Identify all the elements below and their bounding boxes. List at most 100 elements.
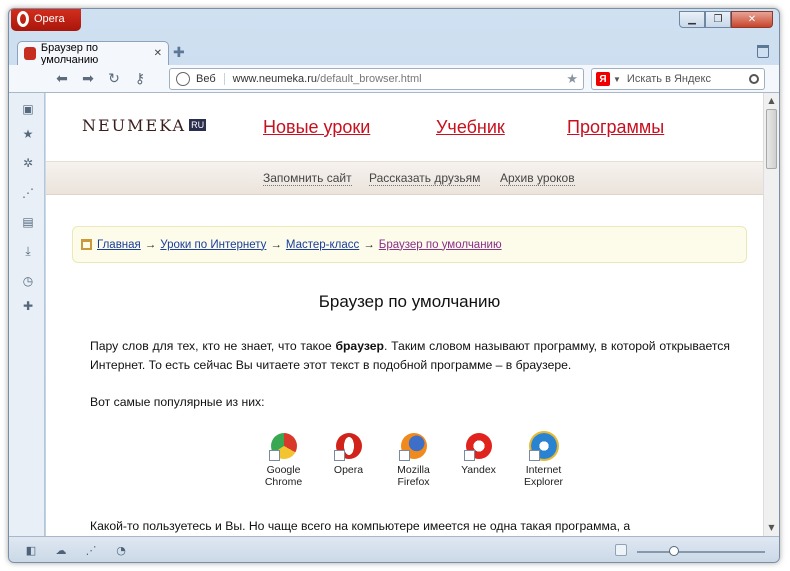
browser-label: Google	[266, 464, 301, 476]
nav-programs-link[interactable]: Программы	[567, 117, 664, 138]
address-domain: www.neumeka.ru	[232, 73, 318, 85]
key-icon[interactable]: ⚷	[129, 68, 151, 90]
vertical-scrollbar[interactable]: ▲ ▼	[763, 93, 779, 536]
opera-menu-button[interactable]: Opera	[11, 9, 81, 31]
breadcrumb-master-class[interactable]: Мастер-класс	[286, 239, 359, 251]
reload-icon[interactable]: ↻	[103, 68, 125, 90]
sub-nav: Запомнить сайт Рассказать друзьям Архив …	[46, 161, 763, 195]
breadcrumb-current[interactable]: Браузер по умолчанию	[379, 239, 502, 251]
web-page: Neumeka RU Новые уроки Учебник Программы …	[46, 93, 763, 536]
breadcrumb-separator: →	[270, 238, 282, 251]
speed-dial-icon[interactable]: ◔	[115, 545, 127, 557]
sidebar-panel: ▣ ★ ✲ ⋰ ▤ ⤓ ◷ ✚	[9, 93, 45, 536]
yandex-engine-icon[interactable]: Я	[596, 72, 610, 86]
unite-status-icon[interactable]: ⋰	[85, 545, 97, 557]
bookmark-star-icon[interactable]: ★	[566, 71, 578, 87]
address-prefix: Веб	[196, 73, 225, 85]
add-panel-icon[interactable]: ✚	[22, 300, 34, 312]
gear-icon[interactable]: ✲	[22, 157, 34, 169]
zoom-slider[interactable]	[637, 551, 765, 553]
intro-bold-term: браузер	[335, 339, 384, 353]
home-icon	[81, 239, 92, 250]
zoom-view-icon[interactable]	[615, 544, 627, 556]
bookmarks-icon[interactable]: ▣	[22, 103, 34, 115]
breadcrumb-internet-lessons[interactable]: Уроки по Интернету	[160, 239, 266, 251]
browser-window: Opera ▁ ❐ ✕ Браузер по умолчанию ✕ ✚ ⬅ ➡…	[8, 8, 780, 563]
minimize-button[interactable]: ▁	[679, 11, 705, 28]
unite-icon[interactable]: ⋰	[22, 187, 34, 199]
cloud-icon[interactable]: ☁	[55, 545, 67, 557]
downloads-icon[interactable]: ⤓	[22, 245, 34, 257]
star-icon[interactable]: ★	[22, 128, 34, 140]
browser-label: Mozilla	[397, 464, 430, 476]
tab-favicon-icon	[24, 47, 36, 60]
new-tab-icon[interactable]: ✚	[173, 45, 185, 61]
title-bar: Opera ▁ ❐ ✕	[9, 9, 779, 37]
firefox-icon	[398, 433, 427, 461]
tab-active[interactable]: Браузер по умолчанию ✕	[17, 41, 169, 66]
forward-arrow-icon[interactable]: ➡	[77, 68, 99, 90]
browser-item-firefox[interactable]: Mozilla Firefox	[381, 433, 446, 488]
site-header: Neumeka RU Новые уроки Учебник Программы	[46, 93, 763, 161]
tab-close-icon[interactable]: ✕	[154, 48, 162, 59]
zoom-slider-handle[interactable]	[669, 546, 679, 556]
popular-paragraph: Вот самые популярные из них:	[90, 395, 265, 409]
search-icon[interactable]	[749, 74, 759, 84]
logo-badge: RU	[189, 119, 207, 131]
nav-new-lessons-link[interactable]: Новые уроки	[263, 117, 370, 138]
lessons-archive-link[interactable]: Архив уроков	[500, 171, 575, 186]
opera-icon	[333, 433, 362, 461]
logo-text: Neumeka	[82, 116, 187, 135]
window-controls: ▁ ❐ ✕	[679, 11, 773, 28]
breadcrumb-separator: →	[363, 238, 375, 251]
page-title: Браузер по умолчанию	[318, 292, 501, 311]
browser-item-opera[interactable]: Opera	[316, 433, 381, 488]
scroll-down-icon[interactable]: ▼	[766, 523, 777, 533]
trash-icon[interactable]	[757, 45, 769, 58]
breadcrumb-separator: →	[144, 238, 157, 251]
history-clock-icon[interactable]: ◷	[22, 275, 34, 287]
search-box[interactable]: Я ▼ Искать в Яндекс	[591, 68, 765, 90]
browser-label: Internet	[525, 464, 562, 476]
chrome-icon	[268, 433, 297, 461]
browser-item-ie[interactable]: Internet Explorer	[511, 433, 576, 488]
intro-paragraph: Пару слов для тех, кто не знает, что так…	[90, 337, 730, 375]
browser-label: Chrome	[264, 476, 303, 488]
browser-item-chrome[interactable]: Google Chrome	[251, 433, 316, 488]
nav-toolbar: ⬅ ➡ ↻ ⚷ Веб www.neumeka.ru/default_brows…	[9, 65, 779, 93]
tell-friends-link[interactable]: Рассказать друзьям	[369, 171, 481, 186]
opera-logo-icon	[17, 11, 29, 27]
browser-label: Firefox	[397, 476, 430, 488]
panel-toggle-icon[interactable]: ◧	[25, 545, 37, 557]
tab-label: Браузер по умолчанию	[40, 41, 99, 66]
ie-icon	[528, 433, 557, 461]
bookmark-site-link[interactable]: Запомнить сайт	[263, 171, 352, 186]
notes-icon[interactable]: ▤	[22, 216, 34, 228]
intro-text-start: Пару слов для тех, кто не знает, что так…	[90, 339, 336, 353]
scroll-up-icon[interactable]: ▲	[766, 96, 777, 106]
address-url[interactable]: www.neumeka.ru/default_browser.html	[225, 73, 422, 85]
browser-label: Explorer	[523, 476, 564, 488]
breadcrumb-home[interactable]: Главная	[97, 239, 141, 251]
browser-label: Yandex	[461, 464, 496, 476]
chevron-down-icon[interactable]: ▼	[613, 75, 621, 84]
closing-paragraph: Какой-то пользуетесь и Вы. Но чаще всего…	[90, 519, 631, 533]
globe-icon	[176, 72, 190, 86]
browser-item-yandex[interactable]: Yandex	[446, 433, 511, 488]
breadcrumb: Главная → Уроки по Интернету → Мастер-кл…	[72, 226, 747, 263]
browser-label: Opera	[333, 464, 364, 476]
browser-list: Google Chrome Opera Mozilla Firefox Yand…	[251, 433, 576, 488]
search-placeholder: Искать в Яндекс	[626, 73, 711, 85]
tab-bar: Браузер по умолчанию ✕ ✚	[9, 37, 779, 66]
address-bar[interactable]: Веб www.neumeka.ru/default_browser.html …	[169, 68, 584, 90]
status-bar: ◧ ☁ ⋰ ◔	[9, 536, 779, 562]
nav-tutorial-link[interactable]: Учебник	[436, 117, 505, 138]
maximize-button[interactable]: ❐	[705, 11, 731, 28]
scroll-thumb[interactable]	[766, 109, 777, 169]
site-logo[interactable]: Neumeka RU	[82, 116, 207, 135]
window-title: Opera	[34, 13, 65, 25]
yandex-icon	[463, 433, 492, 461]
address-path: /default_browser.html	[317, 73, 422, 85]
back-arrow-icon[interactable]: ⬅	[51, 68, 73, 90]
close-button[interactable]: ✕	[731, 11, 773, 28]
